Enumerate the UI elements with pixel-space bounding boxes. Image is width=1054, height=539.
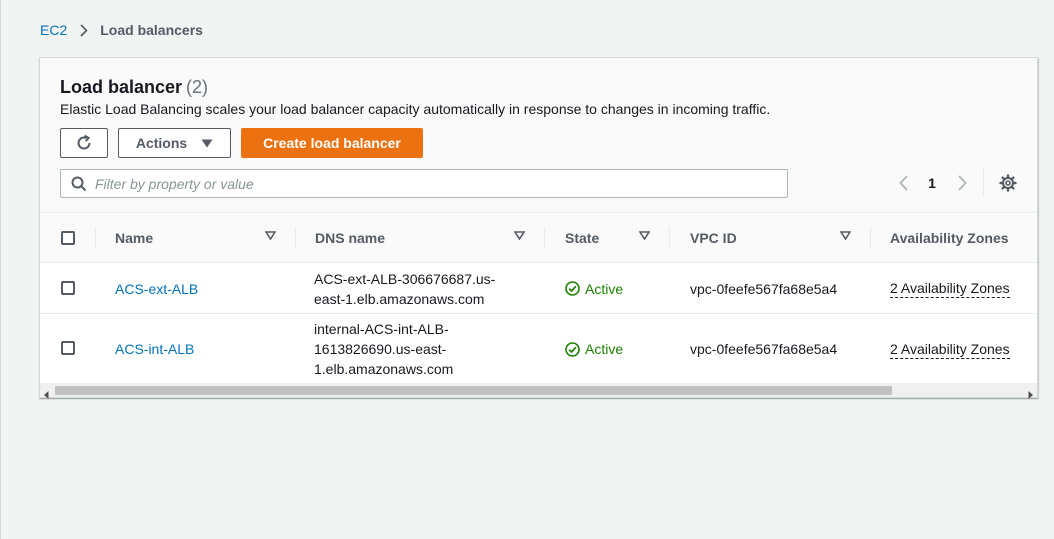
create-load-balancer-button[interactable]: Create load balancer xyxy=(241,128,423,158)
select-all-checkbox[interactable] xyxy=(61,231,75,245)
caret-down-icon xyxy=(201,139,213,148)
column-header-label: VPC ID xyxy=(690,230,737,246)
column-header-label: Name xyxy=(115,230,154,246)
actions-label: Actions xyxy=(135,135,188,151)
refresh-icon xyxy=(75,134,93,152)
table-header-section: Load balancer (2) Elastic Load Balancing … xyxy=(40,58,1037,213)
search-icon xyxy=(71,176,87,192)
page-left-border xyxy=(0,0,1,539)
column-divider xyxy=(544,227,545,249)
filter-input[interactable] xyxy=(93,174,753,193)
breadcrumb-current: Load balancers xyxy=(100,22,203,38)
horizontal-scrollbar[interactable] xyxy=(40,383,1037,399)
name-cell: ACS-ext-ALB xyxy=(115,264,198,313)
availability-zones-popover-trigger[interactable]: 2 Availability Zones xyxy=(890,340,1010,359)
state-cell: Active xyxy=(565,314,623,384)
column-divider xyxy=(870,227,871,249)
status-success-icon xyxy=(565,341,580,357)
dns-name-cell: internal-ACS-int-ALB- 1613826690.us-east… xyxy=(314,319,534,379)
actions-dropdown-button[interactable]: Actions xyxy=(118,128,231,158)
load-balancers-table-container: Load balancer (2) Elastic Load Balancing … xyxy=(39,57,1038,399)
column-header-label: State xyxy=(565,230,600,246)
sort-caret-icon[interactable] xyxy=(265,231,276,240)
chevron-right-icon xyxy=(80,23,88,37)
availability-zones-popover-trigger[interactable]: 2 Availability Zones xyxy=(890,279,1010,298)
page-title: Load balancer (2) xyxy=(60,77,208,98)
column-divider xyxy=(95,227,96,249)
previous-page-button[interactable] xyxy=(894,171,914,195)
filter-field[interactable] xyxy=(60,169,788,198)
availability-zones-cell: 2 Availability Zones xyxy=(890,314,1010,384)
next-page-button[interactable] xyxy=(952,171,972,195)
table-header-row: Name DNS name State VPC ID Availability … xyxy=(40,214,1037,263)
column-header-label: Availability Zones xyxy=(890,230,1009,246)
sort-caret-icon[interactable] xyxy=(840,231,851,240)
column-header-vpc-id[interactable]: VPC ID xyxy=(690,214,870,262)
sort-caret-icon[interactable] xyxy=(639,231,650,240)
load-balancer-name-link[interactable]: ACS-int-ALB xyxy=(115,341,194,357)
dns-name-line: 1613826690.us-east- xyxy=(314,341,447,357)
availability-zones-cell: 2 Availability Zones xyxy=(890,264,1010,313)
chevron-left-icon xyxy=(899,175,909,191)
title-text: Load balancer xyxy=(60,77,183,97)
dns-name-line: ACS-ext-ALB-306676687.us- xyxy=(314,271,496,287)
state-cell: Active xyxy=(565,264,623,313)
dns-name-line: 1.elb.amazonaws.com xyxy=(314,361,454,377)
state-label: Active xyxy=(585,341,624,357)
scroll-right-arrow-icon[interactable] xyxy=(1028,386,1033,404)
chevron-right-icon xyxy=(957,175,967,191)
pagination-divider xyxy=(983,169,984,197)
row-select-checkbox[interactable] xyxy=(61,341,75,355)
dns-name-cell: ACS-ext-ALB-306676687.us- east-1.elb.ama… xyxy=(314,269,534,309)
dns-name-line: internal-ACS-int-ALB- xyxy=(314,321,449,337)
page-description: Elastic Load Balancing scales your load … xyxy=(60,101,771,117)
dns-name-line: east-1.elb.amazonaws.com xyxy=(314,291,485,307)
load-balancer-name-link[interactable]: ACS-ext-ALB xyxy=(115,281,198,297)
column-header-name[interactable]: Name xyxy=(115,214,295,262)
create-label: Create load balancer xyxy=(263,135,401,151)
table-row[interactable]: ACS-ext-ALB ACS-ext-ALB-306676687.us- ea… xyxy=(40,264,1037,314)
column-divider xyxy=(295,227,296,249)
vpc-id-cell: vpc-0feefe567fa68e5a4 xyxy=(690,280,838,297)
breadcrumb: EC2 Load balancers xyxy=(40,21,203,39)
item-count: (2) xyxy=(186,77,209,97)
vpc-id-cell: vpc-0feefe567fa68e5a4 xyxy=(690,341,838,357)
column-header-label: DNS name xyxy=(315,230,386,246)
scroll-left-arrow-icon[interactable] xyxy=(44,386,49,404)
column-header-dns-name[interactable]: DNS name xyxy=(315,214,544,262)
sort-caret-icon[interactable] xyxy=(514,231,525,240)
table-row[interactable]: ACS-int-ALB internal-ACS-int-ALB- 161382… xyxy=(40,314,1037,384)
status-success-icon xyxy=(565,281,580,296)
state-label: Active xyxy=(585,280,624,297)
row-select-checkbox[interactable] xyxy=(61,281,75,295)
name-cell: ACS-int-ALB xyxy=(115,314,194,384)
column-header-state[interactable]: State xyxy=(565,214,669,262)
column-divider xyxy=(669,227,670,249)
refresh-button[interactable] xyxy=(60,128,108,158)
column-header-availability-zones[interactable]: Availability Zones xyxy=(890,214,1037,262)
gear-icon xyxy=(999,174,1017,192)
table-preferences-button[interactable] xyxy=(998,171,1018,195)
breadcrumb-ec2-link[interactable]: EC2 xyxy=(40,22,67,38)
scrollbar-thumb[interactable] xyxy=(55,386,892,395)
current-page-number[interactable]: 1 xyxy=(924,171,940,195)
